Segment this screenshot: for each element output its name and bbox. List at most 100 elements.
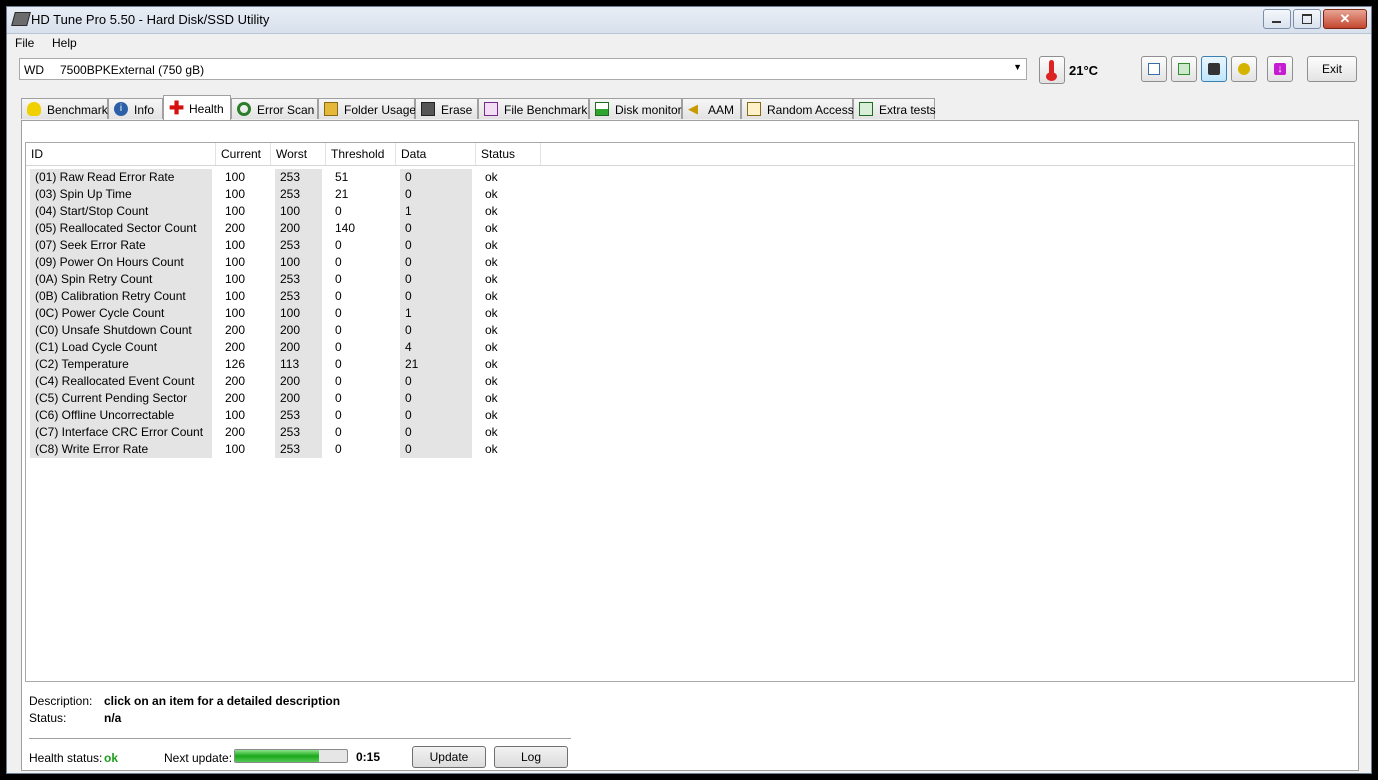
next-update-progress bbox=[234, 749, 348, 763]
tab-info[interactable]: i Info bbox=[108, 98, 163, 119]
trash-icon bbox=[421, 102, 435, 116]
cell-id: (C1) Load Cycle Count bbox=[30, 339, 212, 356]
column-header-id[interactable]: ID bbox=[26, 143, 216, 165]
save-button[interactable]: ↓ bbox=[1267, 56, 1293, 82]
cell-threshold: 0 bbox=[335, 289, 342, 303]
tab-extra-tests[interactable]: Extra tests bbox=[853, 98, 936, 119]
temperature-button[interactable] bbox=[1039, 56, 1065, 84]
tab-extra-tests-label: Extra tests bbox=[879, 103, 936, 117]
hd-tune-app-icon bbox=[11, 12, 31, 26]
options-button[interactable] bbox=[1231, 56, 1257, 82]
cell-current: 200 bbox=[225, 340, 246, 354]
cell-threshold: 0 bbox=[335, 357, 342, 371]
cell-worst: 253 bbox=[275, 441, 322, 458]
maximize-icon bbox=[1302, 14, 1312, 24]
close-button[interactable]: ✕ bbox=[1323, 9, 1367, 29]
disk-monitor-icon bbox=[595, 102, 609, 116]
table-row[interactable]: (05) Reallocated Sector Count 200 200 140 0 o… bbox=[26, 220, 1354, 237]
tab-aam[interactable]: ◀ AAM bbox=[682, 98, 741, 119]
cell-id: (04) Start/Stop Count bbox=[30, 203, 212, 220]
table-row[interactable]: (07) Seek Error Rate 100 253 0 0 ok bbox=[26, 237, 1354, 254]
red-cross-icon: ✚ bbox=[169, 98, 185, 118]
table-row[interactable]: (0B) Calibration Retry Count 100 253 0 0 ok bbox=[26, 288, 1354, 305]
maximize-button[interactable] bbox=[1293, 9, 1321, 29]
cell-status: ok bbox=[485, 442, 498, 456]
cell-worst: 253 bbox=[275, 186, 322, 203]
tab-benchmark[interactable]: Benchmark bbox=[21, 98, 108, 119]
cell-threshold: 140 bbox=[335, 221, 356, 235]
smart-table[interactable]: ID Current Worst Threshold Data Status (… bbox=[25, 142, 1355, 682]
menu-help[interactable]: Help bbox=[52, 36, 77, 50]
column-header-data[interactable]: Data bbox=[396, 143, 476, 165]
cell-worst: 200 bbox=[275, 390, 322, 407]
cell-data: 0 bbox=[400, 220, 472, 237]
tab-health[interactable]: ✚ Health bbox=[163, 95, 231, 120]
cell-data: 0 bbox=[400, 407, 472, 424]
cell-current: 100 bbox=[225, 272, 246, 286]
column-header-threshold[interactable]: Threshold bbox=[326, 143, 396, 165]
cell-status: ok bbox=[485, 187, 498, 201]
table-row[interactable]: (C1) Load Cycle Count 200 200 0 4 ok bbox=[26, 339, 1354, 356]
table-row[interactable]: (0A) Spin Retry Count 100 253 0 0 ok bbox=[26, 271, 1354, 288]
cell-worst: 253 bbox=[275, 288, 322, 305]
tab-disk-monitor[interactable]: Disk monitor bbox=[589, 98, 682, 119]
next-update-label: Next update: bbox=[164, 751, 233, 765]
cell-data: 0 bbox=[400, 424, 472, 441]
table-row[interactable]: (01) Raw Read Error Rate 100 253 51 0 ok bbox=[26, 169, 1354, 186]
column-header-current[interactable]: Current bbox=[216, 143, 271, 165]
tab-health-label: Health bbox=[189, 102, 224, 116]
tab-folder-usage[interactable]: Folder Usage bbox=[318, 98, 416, 119]
log-button[interactable]: Log bbox=[494, 746, 568, 768]
cell-current: 100 bbox=[225, 204, 246, 218]
tab-error-scan[interactable]: Error Scan bbox=[231, 98, 318, 119]
tab-disk-monitor-label: Disk monitor bbox=[615, 103, 682, 117]
table-row[interactable]: (C4) Reallocated Event Count 200 200 0 0 ok bbox=[26, 373, 1354, 390]
next-update-countdown: 0:15 bbox=[356, 750, 381, 764]
table-row[interactable]: (C2) Temperature 126 113 0 21 ok bbox=[26, 356, 1354, 373]
menu-bar: File Help bbox=[7, 33, 1371, 53]
tab-erase[interactable]: Erase bbox=[415, 98, 478, 119]
table-row[interactable]: (C6) Offline Uncorrectable 100 253 0 0 ok bbox=[26, 407, 1354, 424]
cell-worst: 200 bbox=[275, 339, 322, 356]
cell-threshold: 0 bbox=[335, 306, 342, 320]
cell-current: 100 bbox=[225, 187, 246, 201]
file-benchmark-icon bbox=[484, 102, 498, 116]
update-button[interactable]: Update bbox=[412, 746, 486, 768]
table-row[interactable]: (C7) Interface CRC Error Count 200 253 0 0 ok bbox=[26, 424, 1354, 441]
cell-data: 0 bbox=[400, 441, 472, 458]
cell-id: (0B) Calibration Retry Count bbox=[30, 288, 212, 305]
status-label: Status: bbox=[29, 711, 67, 725]
cell-current: 100 bbox=[225, 442, 246, 456]
column-header-status[interactable]: Status bbox=[476, 143, 541, 165]
table-row[interactable]: (03) Spin Up Time 100 253 21 0 ok bbox=[26, 186, 1354, 203]
cell-data: 0 bbox=[400, 288, 472, 305]
drive-select[interactable]: WD 7500BPKExternal (750 gB) ▼ bbox=[19, 58, 1027, 80]
cell-current: 200 bbox=[225, 374, 246, 388]
table-row[interactable]: (09) Power On Hours Count 100 100 0 0 ok bbox=[26, 254, 1354, 271]
table-row[interactable]: (C0) Unsafe Shutdown Count 200 200 0 0 ok bbox=[26, 322, 1354, 339]
cell-worst: 253 bbox=[275, 169, 322, 186]
cell-data: 0 bbox=[400, 322, 472, 339]
temperature-readout: 21°C bbox=[1069, 63, 1099, 78]
health-status-value: ok bbox=[104, 751, 119, 765]
table-row[interactable]: (04) Start/Stop Count 100 100 0 1 ok bbox=[26, 203, 1354, 220]
exit-button[interactable]: Exit bbox=[1307, 56, 1357, 82]
tab-random-access[interactable]: Random Access bbox=[741, 98, 854, 119]
tab-file-benchmark[interactable]: File Benchmark bbox=[478, 98, 589, 119]
camera-icon bbox=[1208, 63, 1220, 75]
copy-screen-button[interactable] bbox=[1171, 56, 1197, 82]
menu-file[interactable]: File bbox=[15, 36, 34, 50]
tab-error-scan-label: Error Scan bbox=[257, 103, 315, 117]
column-header-worst[interactable]: Worst bbox=[271, 143, 326, 165]
table-row[interactable]: (0C) Power Cycle Count 100 100 0 1 ok bbox=[26, 305, 1354, 322]
cell-worst: 100 bbox=[275, 203, 322, 220]
close-icon: ✕ bbox=[1339, 11, 1351, 26]
minimize-button[interactable] bbox=[1263, 9, 1291, 29]
screenshot-button[interactable] bbox=[1201, 56, 1227, 82]
cell-status: ok bbox=[485, 272, 498, 286]
copy-text-button[interactable] bbox=[1141, 56, 1167, 82]
table-row[interactable]: (C5) Current Pending Sector 200 200 0 0 ok bbox=[26, 390, 1354, 407]
table-row[interactable]: (C8) Write Error Rate 100 253 0 0 ok bbox=[26, 441, 1354, 458]
dropdown-arrow-icon: ▼ bbox=[1013, 62, 1022, 72]
next-update-progress-fill bbox=[235, 750, 319, 762]
